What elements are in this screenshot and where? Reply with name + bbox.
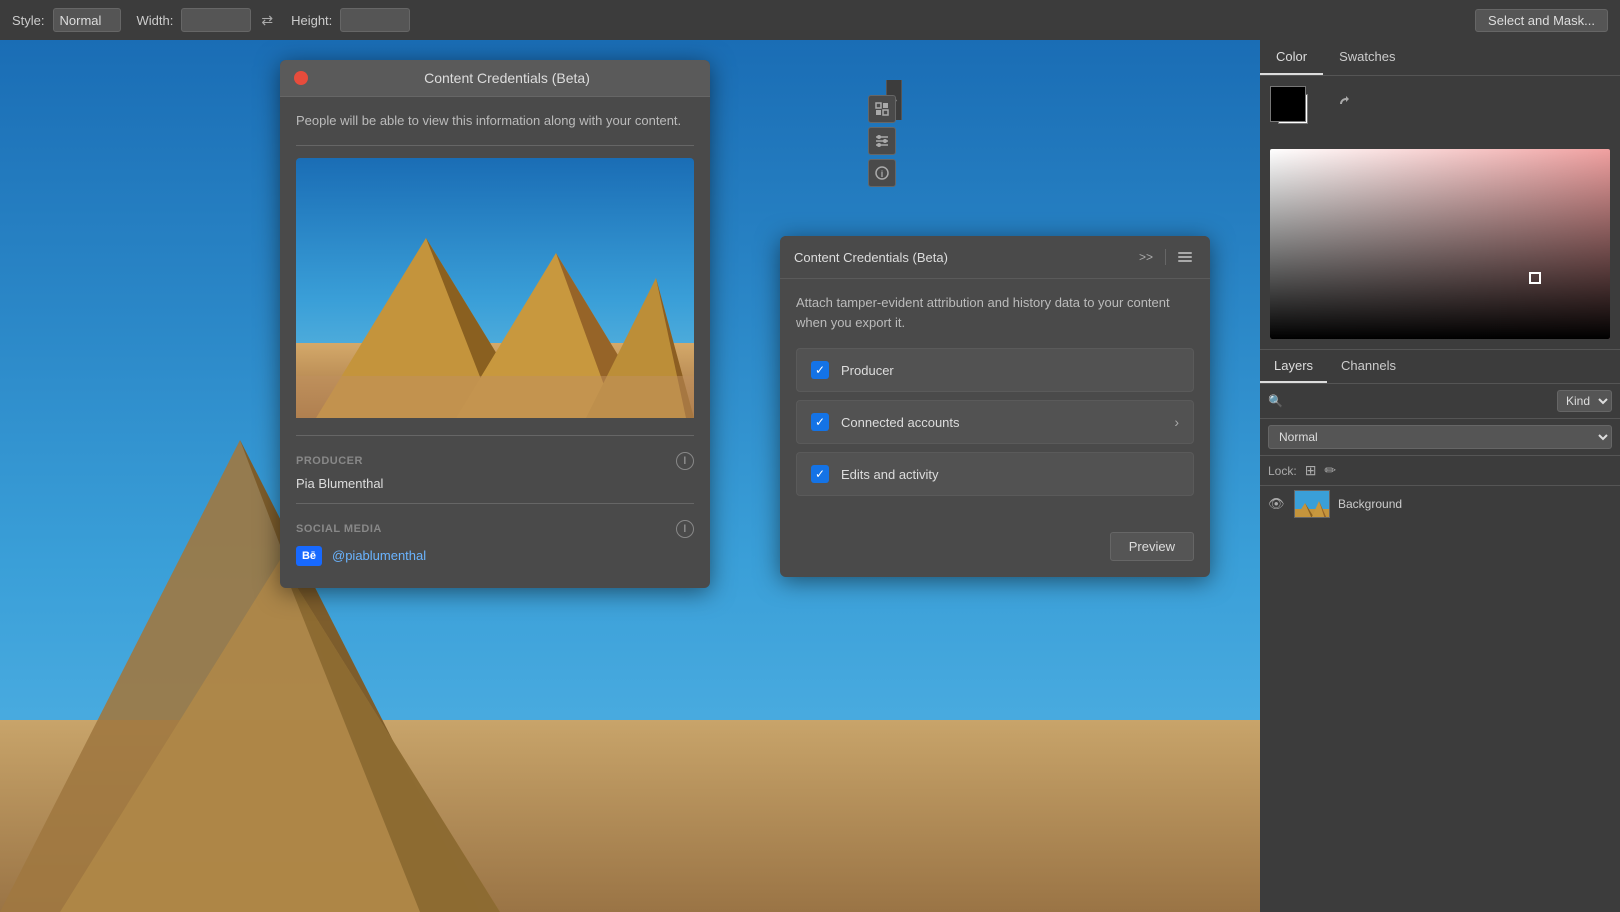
cc-edits-checkbox[interactable]: ✓ <box>811 465 829 483</box>
layers-channels-tabs: Layers Channels <box>1260 350 1620 384</box>
cc-producer-checkmark: ✓ <box>815 364 825 376</box>
cc-left-header: Content Credentials (Beta) <box>280 60 710 97</box>
color-gradient-picker[interactable] <box>1270 149 1610 339</box>
cc-producer-checkbox[interactable]: ✓ <box>811 361 829 379</box>
behance-logo: Bē <box>296 546 322 566</box>
main-toolbar: Style: Normal Width: ⇄ Height: Select an… <box>0 0 1620 40</box>
cc-producer-section: PRODUCER i <box>296 452 694 470</box>
icon-strip: i <box>866 95 898 187</box>
width-input[interactable] <box>181 8 251 32</box>
layers-search-input[interactable] <box>1289 394 1551 409</box>
cc-preview-row: Preview <box>780 518 1210 577</box>
select-mask-button[interactable]: Select and Mask... <box>1475 9 1608 32</box>
layers-lock-squares-icon[interactable]: ⊞ <box>1305 462 1317 479</box>
layer-item-background: 👁 Background <box>1260 486 1620 522</box>
cc-pyramid-image <box>296 158 694 418</box>
tab-channels[interactable]: Channels <box>1327 350 1410 383</box>
height-input[interactable] <box>340 8 410 32</box>
cc-preview-button[interactable]: Preview <box>1110 532 1194 561</box>
layers-lock-label: Lock: <box>1268 464 1297 478</box>
gradient-cursor <box>1529 272 1541 284</box>
cc-left-panel: Content Credentials (Beta) People will b… <box>280 60 710 588</box>
style-label: Style: <box>12 13 45 28</box>
color-picker-area <box>1260 76 1620 350</box>
cc-edits-label: Edits and activity <box>841 467 939 482</box>
cc-attach-description: Attach tamper-evident attribution and hi… <box>796 293 1194 332</box>
cc-right-panel: Content Credentials (Beta) >> Attach tam… <box>780 236 1210 577</box>
cc-edits-row: ✓ Edits and activity <box>796 452 1194 496</box>
cc-connected-checkmark: ✓ <box>815 416 825 428</box>
svg-text:i: i <box>881 169 884 179</box>
height-label: Height: <box>291 13 332 28</box>
width-label: Width: <box>137 13 174 28</box>
tab-layers[interactable]: Layers <box>1260 350 1327 383</box>
layers-blend-row: Normal <box>1260 419 1620 456</box>
cc-right-header: Content Credentials (Beta) >> <box>780 236 1210 279</box>
cc-connected-left: ✓ Connected accounts <box>811 413 960 431</box>
adjustments-icon[interactable] <box>868 127 896 155</box>
properties-icon[interactable] <box>868 95 896 123</box>
cc-header-separator <box>1165 249 1166 265</box>
layers-lock-paint-icon[interactable]: ✏ <box>1324 462 1336 479</box>
tab-color[interactable]: Color <box>1260 40 1323 75</box>
cc-edits-checkmark: ✓ <box>815 468 825 480</box>
cc-connected-row: ✓ Connected accounts › <box>796 400 1194 444</box>
cc-menu-button[interactable] <box>1174 248 1196 266</box>
style-select[interactable]: Normal <box>53 8 121 32</box>
layer-thumbnail <box>1294 490 1330 518</box>
layer-thumb-svg <box>1295 491 1330 518</box>
cc-right-title: Content Credentials (Beta) <box>794 250 1127 265</box>
cc-left-body: People will be able to view this informa… <box>280 97 710 588</box>
cc-producer-label: PRODUCER <box>296 455 363 467</box>
layers-lock-row: Lock: ⊞ ✏ <box>1260 456 1620 486</box>
cc-divider-3 <box>296 503 694 504</box>
swap-button[interactable]: ⇄ <box>259 10 275 31</box>
layers-search-icon: 🔍 <box>1268 394 1283 408</box>
tab-swatches[interactable]: Swatches <box>1323 40 1411 75</box>
layer-visibility-icon[interactable]: 👁 <box>1268 496 1286 512</box>
cc-left-description: People will be able to view this informa… <box>296 111 694 131</box>
cc-image-container <box>296 158 694 423</box>
layers-section: Layers Channels 🔍 Kind Normal Lock: ⊞ ✏ … <box>1260 350 1620 912</box>
cc-menu-line-1 <box>1178 252 1192 254</box>
cc-producer-info-icon[interactable]: i <box>676 452 694 470</box>
cc-social-label: SOCIAL MEDIA <box>296 523 382 535</box>
layers-search-row: 🔍 Kind <box>1260 384 1620 419</box>
cc-social-row: Bē @piablumenthal <box>296 546 694 566</box>
cc-divider-1 <box>296 145 694 146</box>
info-icon[interactable]: i <box>868 159 896 187</box>
color-swatches-tabs: Color Swatches <box>1260 40 1620 76</box>
cc-expand-button[interactable]: >> <box>1135 248 1157 266</box>
canvas-area: ‹› i Content Credentials (Beta) People w… <box>0 40 1260 912</box>
cc-producer-value: Pia Blumenthal <box>296 476 694 491</box>
cc-connected-label: Connected accounts <box>841 415 960 430</box>
cc-connected-checkbox[interactable]: ✓ <box>811 413 829 431</box>
cc-left-title: Content Credentials (Beta) <box>318 70 696 86</box>
cc-social-handle[interactable]: @piablumenthal <box>332 548 426 563</box>
reset-swatches-icon[interactable] <box>1338 96 1354 112</box>
cc-right-body: Attach tamper-evident attribution and hi… <box>780 279 1210 518</box>
cc-social-section: SOCIAL MEDIA i <box>296 520 694 538</box>
swatch-container <box>1270 86 1330 141</box>
layer-name[interactable]: Background <box>1338 497 1612 511</box>
cc-divider-2 <box>296 435 694 436</box>
layers-blend-select[interactable]: Normal <box>1268 425 1612 449</box>
cc-social-info-icon[interactable]: i <box>676 520 694 538</box>
cc-producer-checkbox-label: Producer <box>841 363 894 378</box>
cc-producer-row: ✓ Producer <box>796 348 1194 392</box>
cc-connected-chevron[interactable]: › <box>1174 414 1179 430</box>
cc-left-close-button[interactable] <box>294 71 308 85</box>
foreground-swatch[interactable] <box>1270 86 1306 122</box>
cc-menu-line-2 <box>1178 256 1192 258</box>
layers-kind-select[interactable]: Kind <box>1557 390 1612 412</box>
cc-menu-line-3 <box>1178 260 1192 262</box>
right-sidebar: Color Swatches Layers <box>1260 40 1620 912</box>
